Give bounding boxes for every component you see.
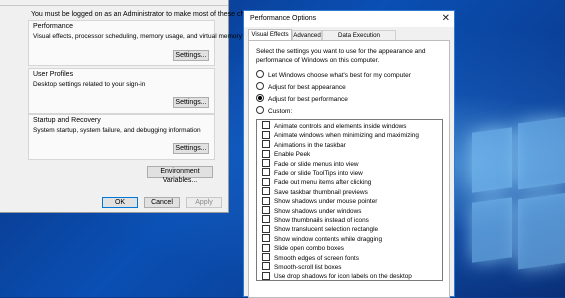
checkbox-label: Fade or slide ToolTips into view [274, 170, 363, 177]
performance-group-title: Performance [33, 23, 74, 30]
list-item[interactable]: Show window contents while dragging [262, 234, 382, 244]
performance-group: Performance Visual effects, processor sc… [28, 20, 242, 66]
list-item[interactable]: Show translucent selection rectangle [262, 224, 379, 234]
checkbox[interactable] [262, 130, 270, 139]
cancel-button[interactable]: Cancel [144, 197, 180, 208]
radio-label: Custom: [268, 108, 293, 115]
checkbox-label: Show translucent selection rectangle [274, 226, 379, 234]
radio-button[interactable] [256, 82, 264, 91]
checkbox[interactable] [262, 158, 270, 167]
checkbox[interactable] [262, 271, 270, 280]
system-properties-dialog: You must be logged on as an Administrato… [0, 0, 265, 213]
radio-button[interactable] [256, 106, 264, 115]
checkbox[interactable] [262, 177, 270, 186]
radio-label: Adjust for best appearance [268, 84, 346, 91]
radio-custom[interactable]: Custom: [256, 106, 293, 117]
checkbox-label: Show shadows under mouse pointer [274, 198, 378, 206]
checkbox-label: Show thumbnails instead of icons [274, 217, 369, 224]
system-properties-tab-strip [0, 0, 228, 6]
checkbox[interactable] [262, 234, 270, 243]
checkbox[interactable] [262, 205, 270, 214]
startup-recovery-group-description: System startup, system failure, and debu… [33, 127, 201, 134]
checkbox-label: Animate controls and elements inside win… [274, 123, 407, 130]
list-item[interactable]: Use drop shadows for icon labels on the … [262, 271, 412, 281]
checkbox-label: Smooth edges of screen fonts [274, 254, 359, 262]
checkbox[interactable] [262, 243, 270, 252]
checkbox-label: Animate windows when minimizing and maxi… [274, 132, 419, 140]
user-profiles-group: User Profiles Desktop settings related t… [28, 68, 215, 114]
window-title: Performance Options [250, 15, 317, 22]
checkbox-label: Fade or slide menus into view [274, 160, 359, 168]
close-icon[interactable]: ✕ [442, 13, 450, 24]
apply-button[interactable]: Apply [186, 197, 222, 208]
radio-best-performance[interactable]: Adjust for best performance [256, 94, 348, 105]
list-item[interactable]: Smooth edges of screen fonts [262, 252, 359, 263]
list-item[interactable]: Save taskbar thumbnail previews [262, 187, 368, 197]
checkbox[interactable] [262, 149, 270, 158]
checkbox[interactable] [262, 187, 270, 196]
radio-button-selected[interactable] [256, 94, 264, 103]
checkbox-label: Use drop shadows for icon labels on the … [274, 273, 412, 281]
tab-advanced[interactable]: Advanced [292, 30, 322, 40]
list-item[interactable]: Show shadows under windows [262, 205, 362, 216]
checkbox[interactable] [262, 262, 270, 271]
checkbox[interactable] [262, 224, 270, 233]
startup-recovery-group: Startup and Recovery System startup, sys… [28, 114, 215, 160]
checkbox-label: Slide open combo boxes [274, 245, 344, 253]
checkbox[interactable] [262, 121, 270, 130]
list-item[interactable]: Animate controls and elements inside win… [262, 121, 407, 131]
checkbox-label: Fade out menu items after clicking [274, 179, 372, 187]
intro-text: Select the settings you want to use for … [256, 48, 426, 64]
user-profiles-group-title: User Profiles [33, 71, 74, 78]
user-profiles-group-description: Desktop settings related to your sign-in [33, 81, 146, 88]
list-item[interactable]: Fade or slide ToolTips into view [262, 168, 363, 178]
performance-group-description: Visual effects, processor scheduling, me… [33, 33, 242, 40]
performance-settings-button[interactable]: Settings... [173, 50, 209, 61]
ok-button[interactable]: OK [102, 197, 138, 208]
list-item[interactable]: Smooth-scroll list boxes [262, 262, 342, 272]
startup-recovery-settings-button[interactable]: Settings... [173, 143, 209, 154]
radio-label: Adjust for best performance [268, 96, 348, 103]
user-profiles-settings-button[interactable]: Settings... [173, 97, 209, 108]
list-item[interactable]: Fade or slide menus into view [262, 158, 359, 169]
tab-data-execution-prevention[interactable]: Data Execution Prevention [322, 30, 396, 49]
checkbox[interactable] [262, 196, 270, 205]
checkbox[interactable] [262, 140, 270, 149]
checkbox-label: Save taskbar thumbnail previews [274, 188, 368, 196]
startup-recovery-group-title: Startup and Recovery [33, 117, 101, 124]
environment-variables-button[interactable]: Environment Variables... [147, 166, 213, 184]
checkbox-label: Enable Peek [274, 151, 311, 159]
checkbox-label: Animations in the taskbar [274, 141, 346, 149]
radio-label: Let Windows choose what's best for my co… [268, 72, 411, 79]
title-bar[interactable]: Performance Options ✕ [244, 11, 454, 27]
radio-best-appearance[interactable]: Adjust for best appearance [256, 82, 346, 93]
list-item[interactable]: Show shadows under mouse pointer [262, 196, 378, 206]
admin-note: You must be logged on as an Administrato… [31, 11, 266, 18]
list-item[interactable]: Slide open combo boxes [262, 243, 344, 253]
list-item[interactable]: Animate windows when minimizing and maxi… [262, 130, 419, 140]
checkbox[interactable] [262, 168, 270, 177]
checkbox[interactable] [262, 215, 270, 224]
radio-button[interactable] [256, 70, 264, 79]
list-item[interactable]: Animations in the taskbar [262, 140, 346, 150]
checkbox-label: Show shadows under windows [274, 207, 362, 215]
radio-let-windows-choose[interactable]: Let Windows choose what's best for my co… [256, 70, 411, 81]
list-item[interactable]: Show thumbnails instead of icons [262, 215, 369, 225]
visual-effects-panel: Select the settings you want to use for … [248, 40, 450, 298]
checkbox[interactable] [262, 252, 270, 261]
list-item[interactable]: Fade out menu items after clicking [262, 177, 372, 187]
windows-logo-wallpaper [462, 116, 565, 297]
performance-options-dialog: Performance Options ✕ Visual Effects Adv… [243, 10, 455, 298]
checkbox-label: Smooth-scroll list boxes [274, 264, 342, 271]
checkbox-label: Show window contents while dragging [274, 235, 382, 243]
visual-effects-list[interactable]: Animate controls and elements inside win… [256, 119, 443, 281]
